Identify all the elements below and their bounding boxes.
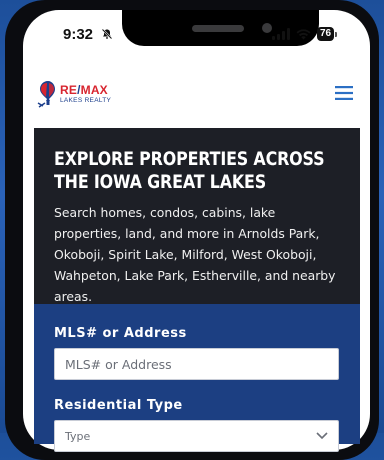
hero-title: EXPLORE PROPERTIES ACROSS THE IOWA GREAT… xyxy=(54,149,325,193)
status-time: 9:32 xyxy=(63,26,94,43)
site-header: RE/MAX LAKES REALTY xyxy=(0,62,347,126)
speaker xyxy=(192,25,244,32)
battery-icon: 76 xyxy=(317,27,338,41)
logo-brand-text: RE/MAX xyxy=(60,82,108,97)
logo-subtitle: LAKES REALTY xyxy=(60,96,112,104)
mls-label: MLS# or Address xyxy=(54,326,187,341)
residential-type-placeholder: Type xyxy=(65,429,91,443)
chevron-down-icon xyxy=(316,432,328,440)
camera xyxy=(262,23,272,33)
residential-type-select[interactable]: Type xyxy=(54,420,339,452)
residential-type-label: Residential Type xyxy=(54,398,183,413)
battery-level: 76 xyxy=(317,27,335,41)
cellular-signal-icon xyxy=(272,28,290,40)
remax-logo[interactable]: RE/MAX LAKES REALTY xyxy=(37,79,111,109)
hero-description: Search homes, condos, cabins, lake prope… xyxy=(54,205,336,304)
silent-bell-icon xyxy=(101,28,113,40)
status-icons: 76 xyxy=(272,27,338,41)
wifi-icon xyxy=(296,29,311,40)
remax-balloon-icon xyxy=(37,81,55,108)
hamburger-menu-icon[interactable] xyxy=(335,86,353,100)
property-search-form: MLS# or Address Residential Type Type xyxy=(34,304,360,452)
hero-section: EXPLORE PROPERTIES ACROSS THE IOWA GREAT… xyxy=(34,128,360,304)
mls-address-input[interactable] xyxy=(54,348,339,380)
